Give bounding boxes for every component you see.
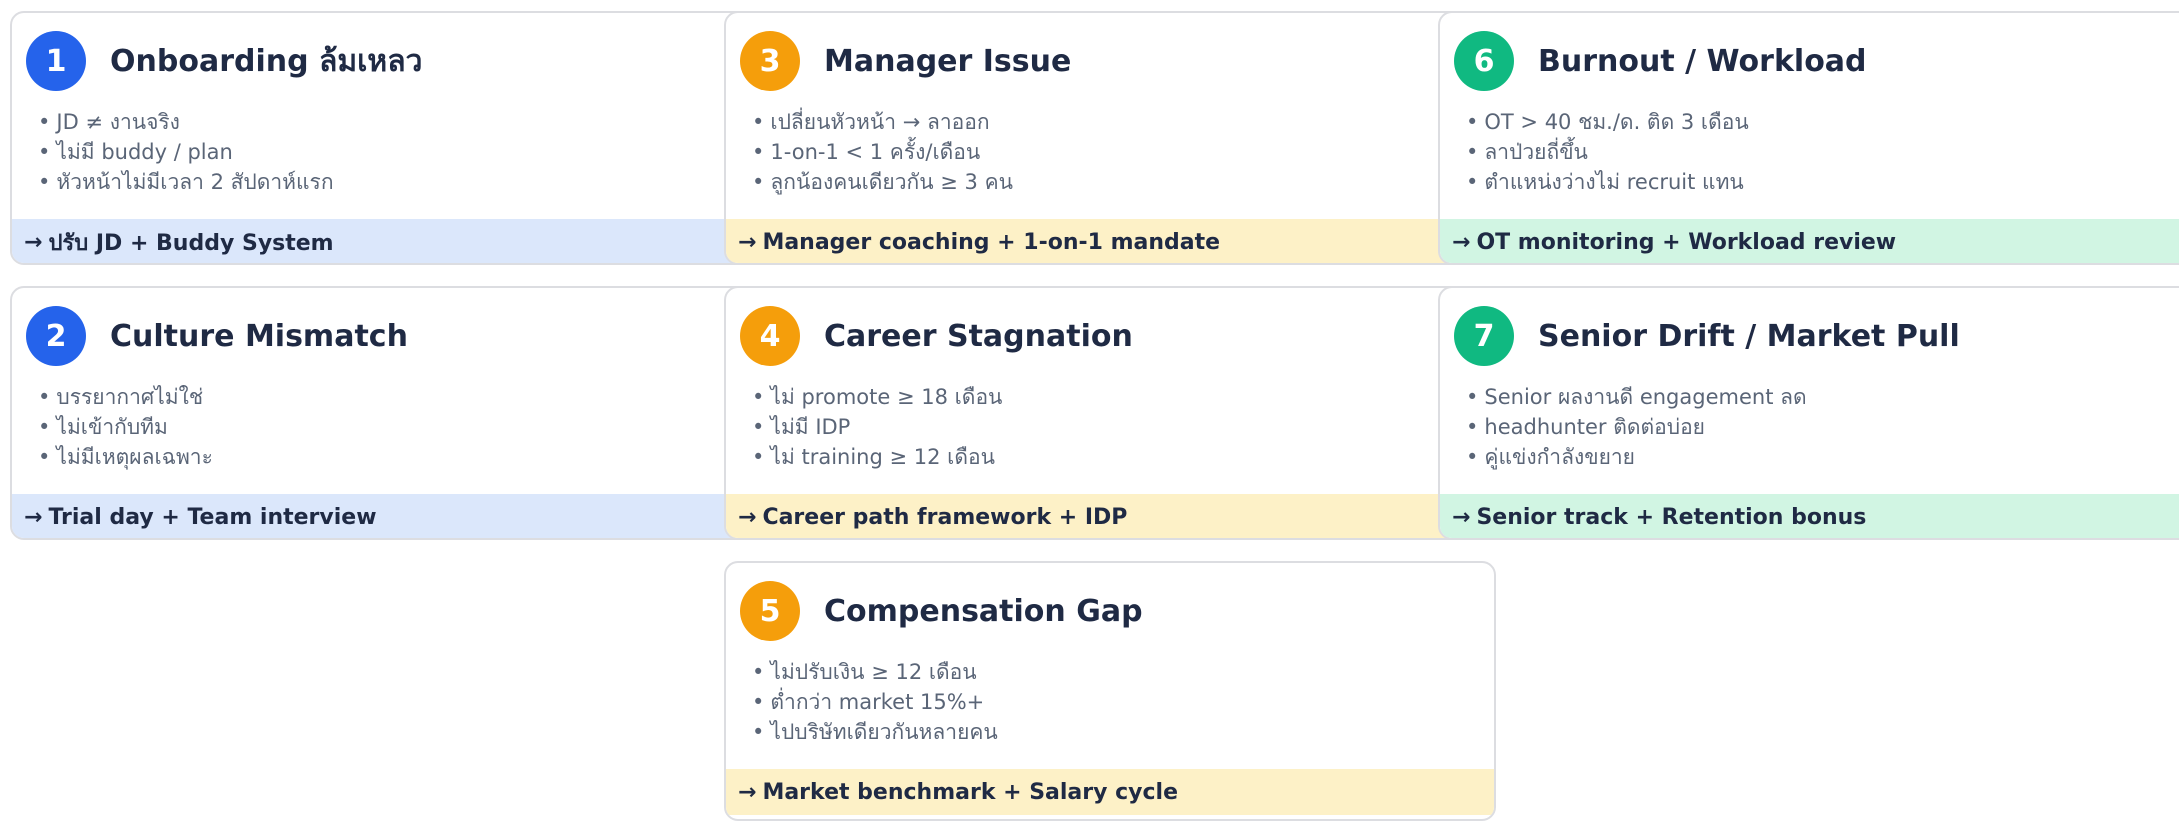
action-text: Senior track + Retention bonus	[1476, 504, 1867, 530]
card-title: Compensation Gap	[824, 593, 1143, 629]
symptom-item: ไม่มี buddy / plan	[38, 137, 334, 167]
action-bar: → Trial day + Team interview	[12, 494, 780, 538]
action-text: OT monitoring + Workload review	[1476, 229, 1897, 255]
symptom-item: ตำแหน่งว่างไม่ recruit แทน	[1466, 167, 1749, 197]
symptom-item: 1-on-1 < 1 ครั้ง/เดือน	[752, 137, 1013, 167]
card-header: 5 Compensation Gap	[740, 581, 1143, 641]
symptom-list: ไม่ปรับเงิน ≥ 12 เดือน ต่ำกว่า market 15…	[752, 657, 998, 747]
number-badge: 1	[26, 31, 86, 91]
symptom-item: บรรยากาศไม่ใช่	[38, 382, 213, 412]
symptom-item: JD ≠ งานจริง	[38, 107, 334, 137]
card-title: Career Stagnation	[824, 318, 1133, 354]
cause-card-culture: 2 Culture Mismatch บรรยากาศไม่ใช่ ไม่เข้…	[10, 286, 782, 540]
card-title: Manager Issue	[824, 43, 1072, 79]
symptom-item: ลาป่วยถี่ขึ้น	[1466, 137, 1749, 167]
card-header: 6 Burnout / Workload	[1454, 31, 1867, 91]
card-title: Burnout / Workload	[1538, 43, 1867, 79]
number-badge: 6	[1454, 31, 1514, 91]
action-bar: → Senior track + Retention bonus	[1440, 494, 2179, 538]
action-text: Career path framework + IDP	[762, 504, 1128, 530]
card-title: Culture Mismatch	[110, 318, 408, 354]
action-text: Manager coaching + 1-on-1 mandate	[762, 229, 1221, 255]
symptom-item: ไปบริษัทเดียวกันหลายคน	[752, 717, 997, 747]
symptom-item: ไม่ promote ≥ 18 เดือน	[752, 382, 1002, 412]
arrow-icon: →	[738, 504, 757, 530]
symptom-list: Senior ผลงานดี engagement ลด headhunter …	[1466, 382, 1807, 472]
action-text: Market benchmark + Salary cycle	[762, 779, 1179, 805]
number-badge: 2	[26, 306, 86, 366]
arrow-icon: →	[1452, 504, 1471, 530]
symptom-item: ไม่ training ≥ 12 เดือน	[752, 442, 1002, 472]
arrow-icon: →	[738, 229, 757, 255]
number-badge: 5	[740, 581, 800, 641]
card-header: 1 Onboarding ล้มเหลว	[26, 31, 422, 91]
symptom-item: ลูกน้องคนเดียวกัน ≥ 3 คน	[752, 167, 1013, 197]
symptom-list: ไม่ promote ≥ 18 เดือน ไม่มี IDP ไม่ tra…	[752, 382, 1002, 472]
card-header: 2 Culture Mismatch	[26, 306, 408, 366]
symptom-item: ไม่เข้ากับทีม	[38, 412, 213, 442]
symptom-item: ไม่มีเหตุผลเฉพาะ	[38, 442, 212, 472]
card-header: 3 Manager Issue	[740, 31, 1071, 91]
symptom-item: ไม่ปรับเงิน ≥ 12 เดือน	[752, 657, 998, 687]
cause-card-career: 4 Career Stagnation ไม่ promote ≥ 18 เดื…	[724, 286, 1496, 540]
cause-card-compensation: 5 Compensation Gap ไม่ปรับเงิน ≥ 12 เดือ…	[724, 561, 1496, 821]
action-bar: → Market benchmark + Salary cycle	[726, 769, 1494, 815]
number-badge: 3	[740, 31, 800, 91]
symptom-item: OT > 40 ชม./ด. ติด 3 เดือน	[1466, 107, 1748, 137]
cause-card-manager: 3 Manager Issue เปลี่ยนหัวหน้า → ลาออก 1…	[724, 11, 1496, 265]
number-badge: 7	[1454, 306, 1514, 366]
symptom-item: หัวหน้าไม่มีเวลา 2 สัปดาห์แรก	[38, 167, 333, 197]
action-bar: → OT monitoring + Workload review	[1440, 219, 2179, 263]
symptom-list: JD ≠ งานจริง ไม่มี buddy / plan หัวหน้าไ…	[38, 107, 334, 197]
action-text: Trial day + Team interview	[48, 504, 377, 530]
symptom-item: Senior ผลงานดี engagement ลด	[1466, 382, 1806, 412]
card-title: Senior Drift / Market Pull	[1538, 318, 1960, 354]
cause-card-senior: 7 Senior Drift / Market Pull Senior ผลงา…	[1438, 286, 2179, 540]
arrow-icon: →	[1452, 229, 1471, 255]
symptom-item: ไม่มี IDP	[752, 412, 1002, 442]
card-header: 4 Career Stagnation	[740, 306, 1133, 366]
arrow-icon: →	[24, 229, 43, 255]
cause-card-onboarding: 1 Onboarding ล้มเหลว JD ≠ งานจริง ไม่มี …	[10, 11, 782, 265]
action-bar: → Manager coaching + 1-on-1 mandate	[726, 219, 1494, 263]
arrow-icon: →	[24, 504, 43, 530]
action-bar: → ปรับ JD + Buddy System	[12, 219, 780, 263]
symptom-list: เปลี่ยนหัวหน้า → ลาออก 1-on-1 < 1 ครั้ง/…	[752, 107, 1013, 197]
action-bar: → Career path framework + IDP	[726, 494, 1494, 538]
card-header: 7 Senior Drift / Market Pull	[1454, 306, 1960, 366]
cause-card-burnout: 6 Burnout / Workload OT > 40 ชม./ด. ติด …	[1438, 11, 2179, 265]
symptom-item: ต่ำกว่า market 15%+	[752, 687, 998, 717]
action-text: ปรับ JD + Buddy System	[48, 230, 334, 256]
arrow-icon: →	[738, 779, 757, 805]
number-badge: 4	[740, 306, 800, 366]
symptom-list: บรรยากาศไม่ใช่ ไม่เข้ากับทีม ไม่มีเหตุผล…	[38, 382, 213, 472]
symptom-item: คู่แข่งกำลังขยาย	[1466, 442, 1807, 472]
symptom-item: เปลี่ยนหัวหน้า → ลาออก	[752, 107, 1013, 137]
card-title: Onboarding ล้มเหลว	[110, 43, 423, 79]
symptom-item: headhunter ติดต่อบ่อย	[1466, 412, 1807, 442]
symptom-list: OT > 40 ชม./ด. ติด 3 เดือน ลาป่วยถี่ขึ้น…	[1466, 107, 1749, 197]
